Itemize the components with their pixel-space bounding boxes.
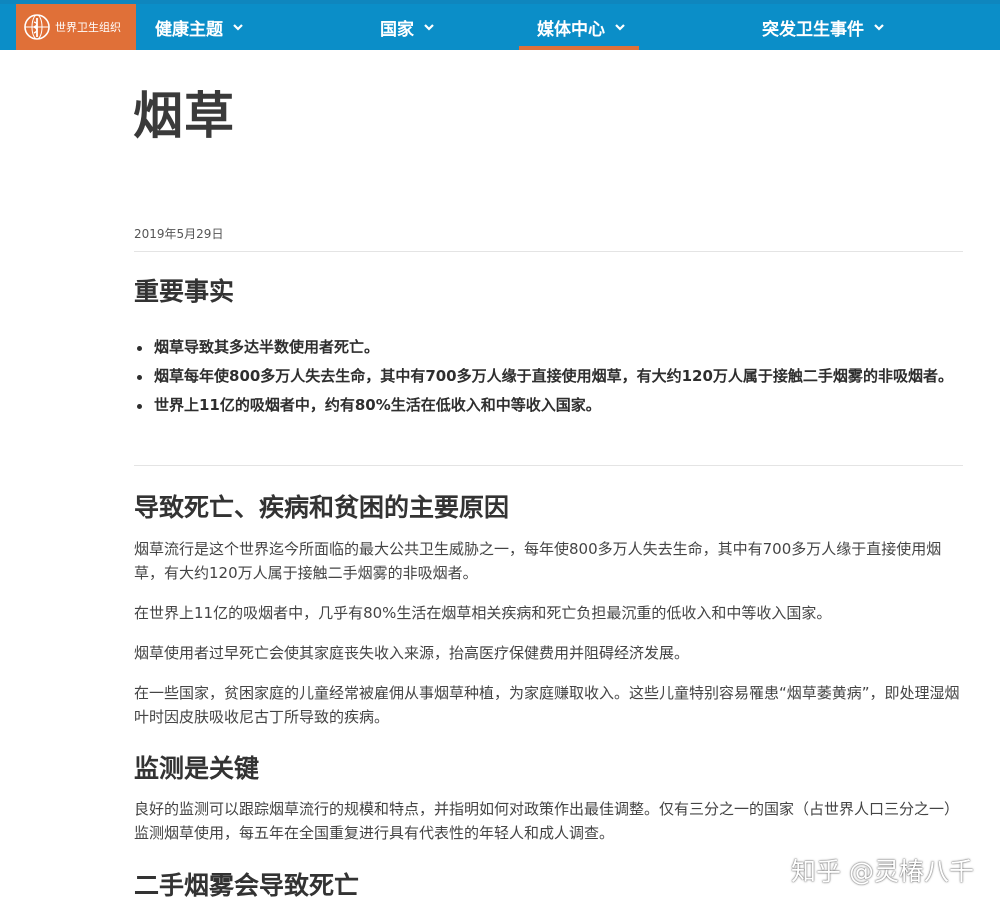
paragraph: 良好的监测可以跟踪烟草流行的规模和特点，并指明如何对政策作出最佳调整。仅有三分之…	[134, 800, 960, 842]
key-facts-heading: 重要事实	[134, 277, 235, 306]
nav-label: 健康主题	[155, 19, 223, 40]
section-heading-secondhand-smoke: 二手烟雾会导致死亡	[134, 871, 360, 900]
chevron-down-icon	[615, 24, 625, 31]
key-facts-list: 烟草导致其多达半数使用者死亡。 烟草每年使800多万人失去生命，其中有700多万…	[134, 336, 964, 423]
section-heading-monitoring: 监测是关键	[134, 754, 260, 783]
who-emblem-icon	[24, 14, 50, 40]
top-navigation-bar: 世界卫生组织 健康主题 国家 媒体中心 突发卫生事件	[0, 0, 1000, 50]
watermark: 知乎 @灵椿八千	[791, 857, 974, 886]
paragraph: 烟草流行是这个世界迄今所面临的最大公共卫生威胁之一，每年使800多万人失去生命，…	[134, 540, 942, 582]
page-title: 烟草	[133, 87, 235, 145]
nav-emergencies[interactable]: 突发卫生事件	[762, 4, 886, 50]
divider	[134, 465, 963, 466]
publish-date: 2019年5月29日	[134, 227, 224, 241]
chevron-down-icon	[874, 24, 884, 31]
list-item: 世界上11亿的吸烟者中，约有80%生活在低收入和中等收入国家。	[134, 394, 964, 417]
nav-countries[interactable]: 国家	[380, 4, 436, 50]
list-item: 烟草每年使800多万人失去生命，其中有700多万人缘于直接使用烟草，有大约120…	[134, 365, 964, 388]
logo-text: 世界卫生组织	[55, 21, 121, 34]
chevron-down-icon	[233, 24, 243, 31]
nav-label: 国家	[380, 19, 414, 40]
section-heading-death-causes: 导致死亡、疾病和贫困的主要原因	[134, 493, 510, 522]
nav-health-topics[interactable]: 健康主题	[155, 4, 245, 50]
nav-media-centre[interactable]: 媒体中心	[519, 4, 639, 50]
paragraph: 烟草使用者过早死亡会使其家庭丧失收入来源，抬高医疗保健费用并阻碍经济发展。	[134, 644, 690, 662]
nav-label: 突发卫生事件	[762, 19, 864, 40]
paragraph: 在一些国家，贫困家庭的儿童经常被雇佣从事烟草种植，为家庭赚取收入。这些儿童特别容…	[134, 684, 960, 726]
chevron-down-icon	[424, 24, 434, 31]
list-item: 烟草导致其多达半数使用者死亡。	[134, 336, 964, 359]
who-logo[interactable]: 世界卫生组织	[16, 4, 136, 50]
paragraph: 在世界上11亿的吸烟者中，几乎有80%生活在烟草相关疾病和死亡负担最沉重的低收入…	[134, 604, 832, 622]
nav-label: 媒体中心	[537, 19, 605, 40]
divider	[134, 251, 963, 252]
